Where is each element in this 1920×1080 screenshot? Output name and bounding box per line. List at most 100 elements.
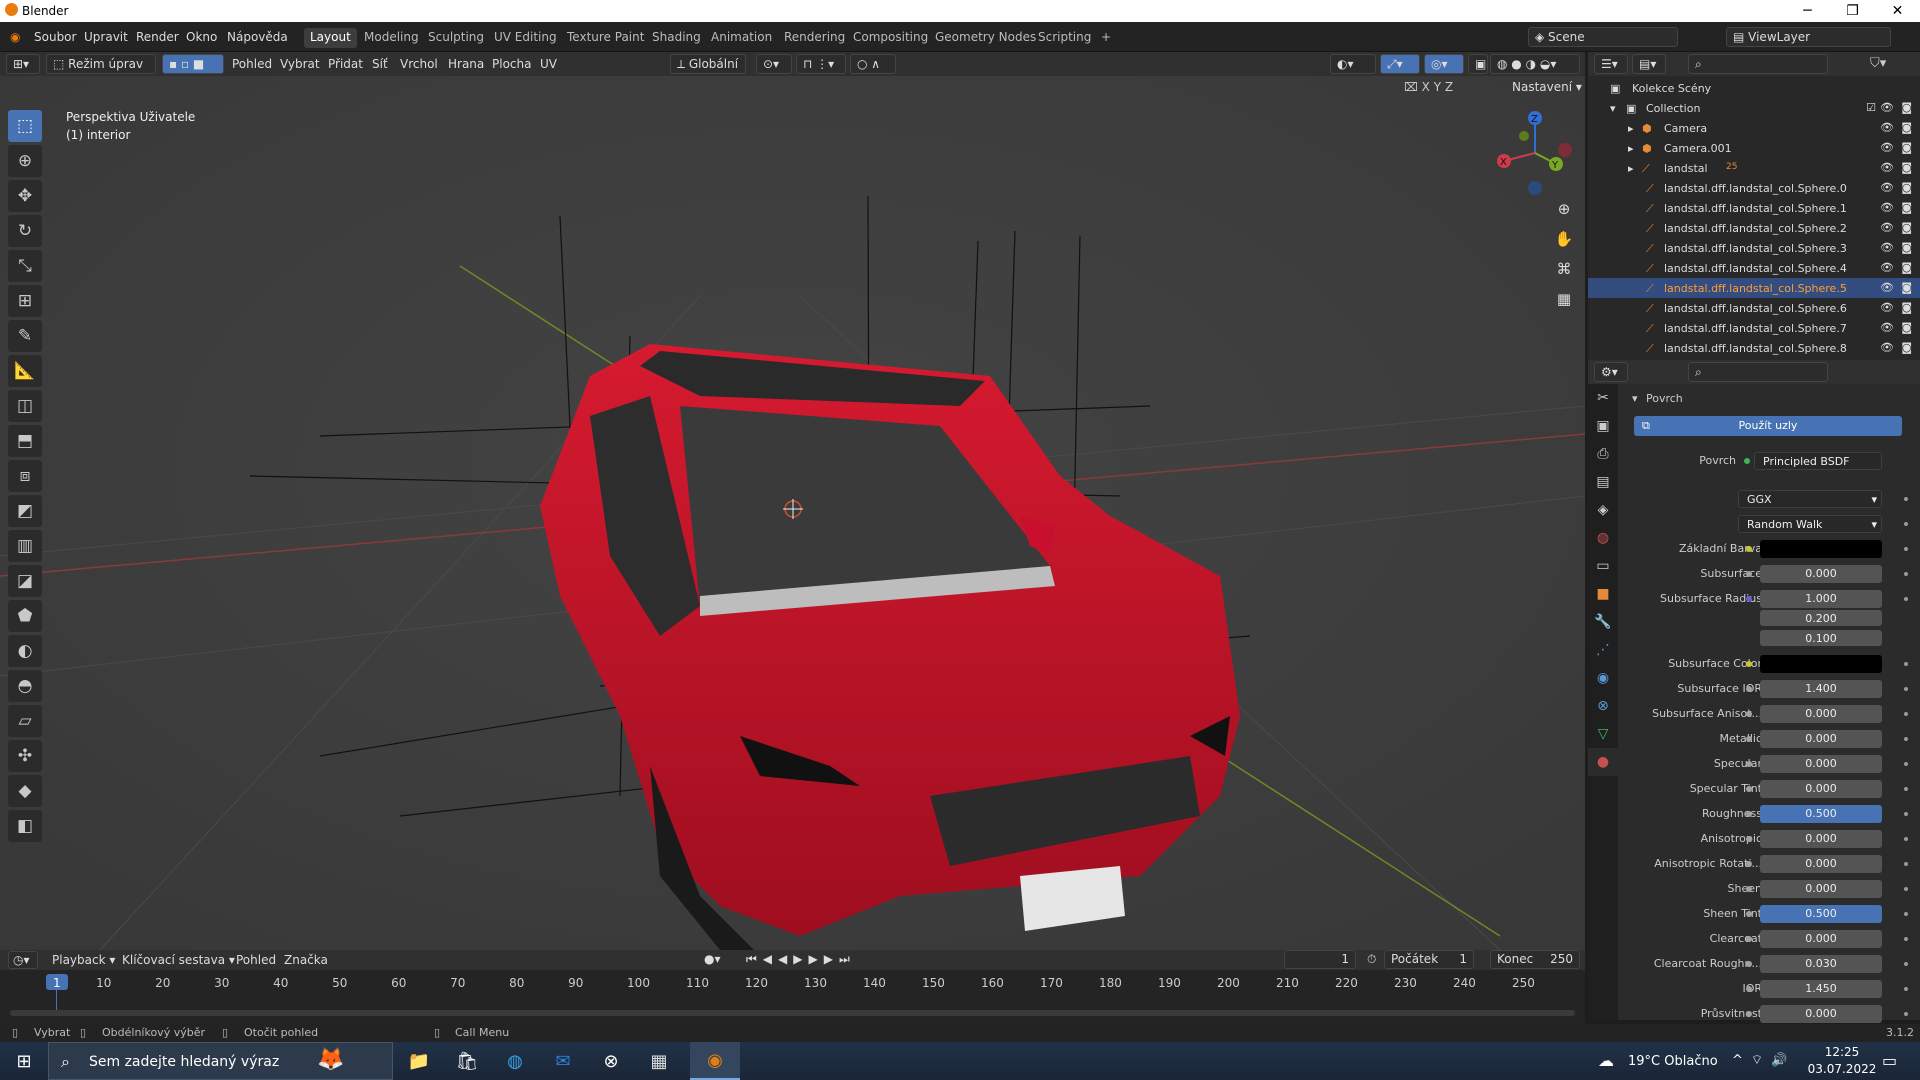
cursor-tool[interactable]: ⊕ [8, 145, 42, 177]
keyframe-dot[interactable] [1904, 1012, 1908, 1016]
socket-icon[interactable] [1746, 786, 1752, 792]
keyframe-dot[interactable] [1904, 962, 1908, 966]
vp-menu-face[interactable]: Plocha [492, 57, 531, 71]
vp-menu-edge[interactable]: Hrana [448, 57, 484, 71]
keyframe-dot[interactable] [1904, 572, 1908, 576]
outliner-item[interactable]: ⟋ landstal.dff.landstal_col.Sphere.8 👁 ◙ [1588, 338, 1920, 358]
camera-icon[interactable]: ◙ [1901, 161, 1912, 174]
expand-icon[interactable]: ▾ [1610, 102, 1616, 115]
scene-canvas[interactable] [0, 76, 1585, 950]
tab-animation[interactable]: Animation [705, 28, 778, 48]
keyframe-dot[interactable] [1904, 912, 1908, 916]
outliner-editor-type[interactable]: ☰▾ [1594, 54, 1628, 74]
app-icon[interactable]: ▦ [638, 1042, 680, 1080]
output-tab-icon[interactable]: ⎙ [1588, 440, 1618, 468]
bsdf-input-field[interactable] [1760, 540, 1882, 558]
keying-menu[interactable]: Klíčovací sestava ▾ [122, 953, 235, 967]
camera-icon[interactable]: ◙ [1901, 141, 1912, 154]
clock-time[interactable]: 12:25 [1812, 1045, 1872, 1059]
select-box-tool[interactable]: ⬚ [8, 110, 42, 142]
bsdf-input-field[interactable]: 0.500 [1760, 905, 1882, 923]
constraints-tab-icon[interactable]: ⊗ [1588, 692, 1618, 720]
rip-tool[interactable]: ◧ [8, 810, 42, 842]
bsdf-input-field[interactable]: 1.400 [1760, 680, 1882, 698]
eye-icon[interactable]: 👁 [1880, 161, 1894, 174]
vp-menu-view[interactable]: Pohled [232, 57, 272, 71]
timeline-scrollbar[interactable] [10, 1010, 1575, 1016]
expand-icon[interactable]: ▸ [1628, 142, 1634, 155]
tab-rendering[interactable]: Rendering [778, 28, 851, 48]
outliner-item[interactable]: ⟋ landstal.dff.landstal_col.Sphere.3 👁 ◙ [1588, 238, 1920, 258]
bevel-tool[interactable]: ◩ [8, 495, 42, 527]
knife-tool[interactable]: ◪ [8, 565, 42, 597]
keyframe-dot[interactable] [1904, 522, 1908, 526]
loop-cut-tool[interactable]: ▥ [8, 530, 42, 562]
timeline-editor-type[interactable]: ◷▾ [8, 951, 38, 969]
smooth-tool[interactable]: ◓ [8, 670, 42, 702]
blender-menu-icon[interactable]: ◉ [10, 30, 20, 44]
filter-icon[interactable]: ⛉▾ [1870, 56, 1886, 71]
tab-compositing[interactable]: Compositing [847, 28, 934, 48]
bsdf-input-field[interactable]: 0.000 [1760, 780, 1882, 798]
clock-date[interactable]: 03.07.2022 [1802, 1062, 1882, 1076]
vp-menu-vertex[interactable]: Vrchol [400, 57, 438, 71]
gizmo-toggle[interactable]: ⤢▾ [1380, 54, 1420, 74]
surface-panel-header[interactable]: ▾ Povrch [1618, 388, 1920, 410]
vp-menu-select[interactable]: Vybrat [280, 57, 320, 71]
xbox-icon[interactable]: ⊗ [590, 1042, 632, 1080]
ortho-grid-icon[interactable]: ▦ [1552, 284, 1576, 314]
keyframe-dot[interactable] [1904, 762, 1908, 766]
close-button[interactable]: ✕ [1875, 0, 1920, 22]
tab-texture-paint[interactable]: Texture Paint [561, 28, 650, 48]
scene-tab-icon[interactable]: ◈ [1588, 496, 1618, 524]
menu-file[interactable]: Soubor [34, 30, 76, 44]
modifier-tab-icon[interactable]: 🔧 [1588, 608, 1618, 636]
render-tab-icon[interactable]: ▣ [1588, 412, 1618, 440]
bsdf-input-field[interactable]: 0.000 [1760, 855, 1882, 873]
bsdf-input-field[interactable]: 0.000 [1760, 1005, 1882, 1023]
keyframe-dot[interactable] [1904, 887, 1908, 891]
socket-icon[interactable] [1746, 836, 1752, 842]
eye-icon[interactable]: 👁 [1880, 321, 1894, 334]
restore-button[interactable]: ❐ [1830, 0, 1875, 22]
preview-range-icon[interactable]: ⏱ [1367, 952, 1376, 967]
mail-icon[interactable]: ✉ [542, 1042, 584, 1080]
keyframe-dot[interactable] [1904, 862, 1908, 866]
particles-tab-icon[interactable]: ⋰ [1588, 636, 1618, 664]
bsdf-input-field[interactable] [1760, 655, 1882, 673]
xray-toggle[interactable]: ▣ [1468, 54, 1488, 74]
file-explorer-icon[interactable]: 📁 [398, 1042, 440, 1080]
scale-tool[interactable]: ⤡ [8, 250, 42, 282]
camera-icon[interactable]: ◙ [1901, 261, 1912, 274]
camera-icon[interactable]: ◙ [1901, 181, 1912, 194]
outliner-scene-collection[interactable]: ▣ Kolekce Scény [1588, 78, 1920, 98]
eye-icon[interactable]: 👁 [1880, 301, 1894, 314]
shear-tool[interactable]: ◆ [8, 775, 42, 807]
proportional-edit-button[interactable]: ○ ∧ [850, 54, 896, 74]
zoom-icon[interactable]: ⊕ [1552, 194, 1576, 224]
minimize-button[interactable]: ─ [1785, 0, 1830, 22]
subsurface-method-dropdown[interactable]: Random Walk ▾ [1738, 515, 1882, 533]
view-layer-tab-icon[interactable]: ▤ [1588, 468, 1618, 496]
bsdf-input-field[interactable]: 0.030 [1760, 955, 1882, 973]
camera-icon[interactable]: ◙ [1901, 241, 1912, 254]
outliner-item[interactable]: ⟋ landstal.dff.landstal_col.Sphere.4 👁 ◙ [1588, 258, 1920, 278]
socket-icon[interactable] [1746, 911, 1752, 917]
camera-icon[interactable]: ◙ [1901, 281, 1912, 294]
rotate-tool[interactable]: ↻ [8, 215, 42, 247]
keyframe-dot[interactable] [1904, 737, 1908, 741]
tab-geometry-nodes[interactable]: Geometry Nodes [929, 28, 1042, 48]
shrink-fatten-tool[interactable]: ✣ [8, 740, 42, 772]
physics-tab-icon[interactable]: ◉ [1588, 664, 1618, 692]
display-mode-button[interactable]: ▤▾ [1632, 54, 1666, 74]
keyframe-dot[interactable] [1904, 837, 1908, 841]
tab-shading[interactable]: Shading [646, 28, 707, 48]
bsdf-input-field[interactable]: 0.000 [1760, 565, 1882, 583]
tab-scripting[interactable]: Scripting [1032, 28, 1097, 48]
collapse-icon[interactable]: ▾ [1632, 392, 1638, 405]
vp-menu-mesh[interactable]: Síť [372, 57, 388, 71]
keyframe-dot[interactable] [1904, 712, 1908, 716]
surface-shader-field[interactable]: Principled BSDF [1754, 452, 1882, 470]
outliner-search[interactable]: ⌕ [1688, 54, 1828, 74]
distribution-dropdown[interactable]: GGX ▾ [1738, 490, 1882, 508]
